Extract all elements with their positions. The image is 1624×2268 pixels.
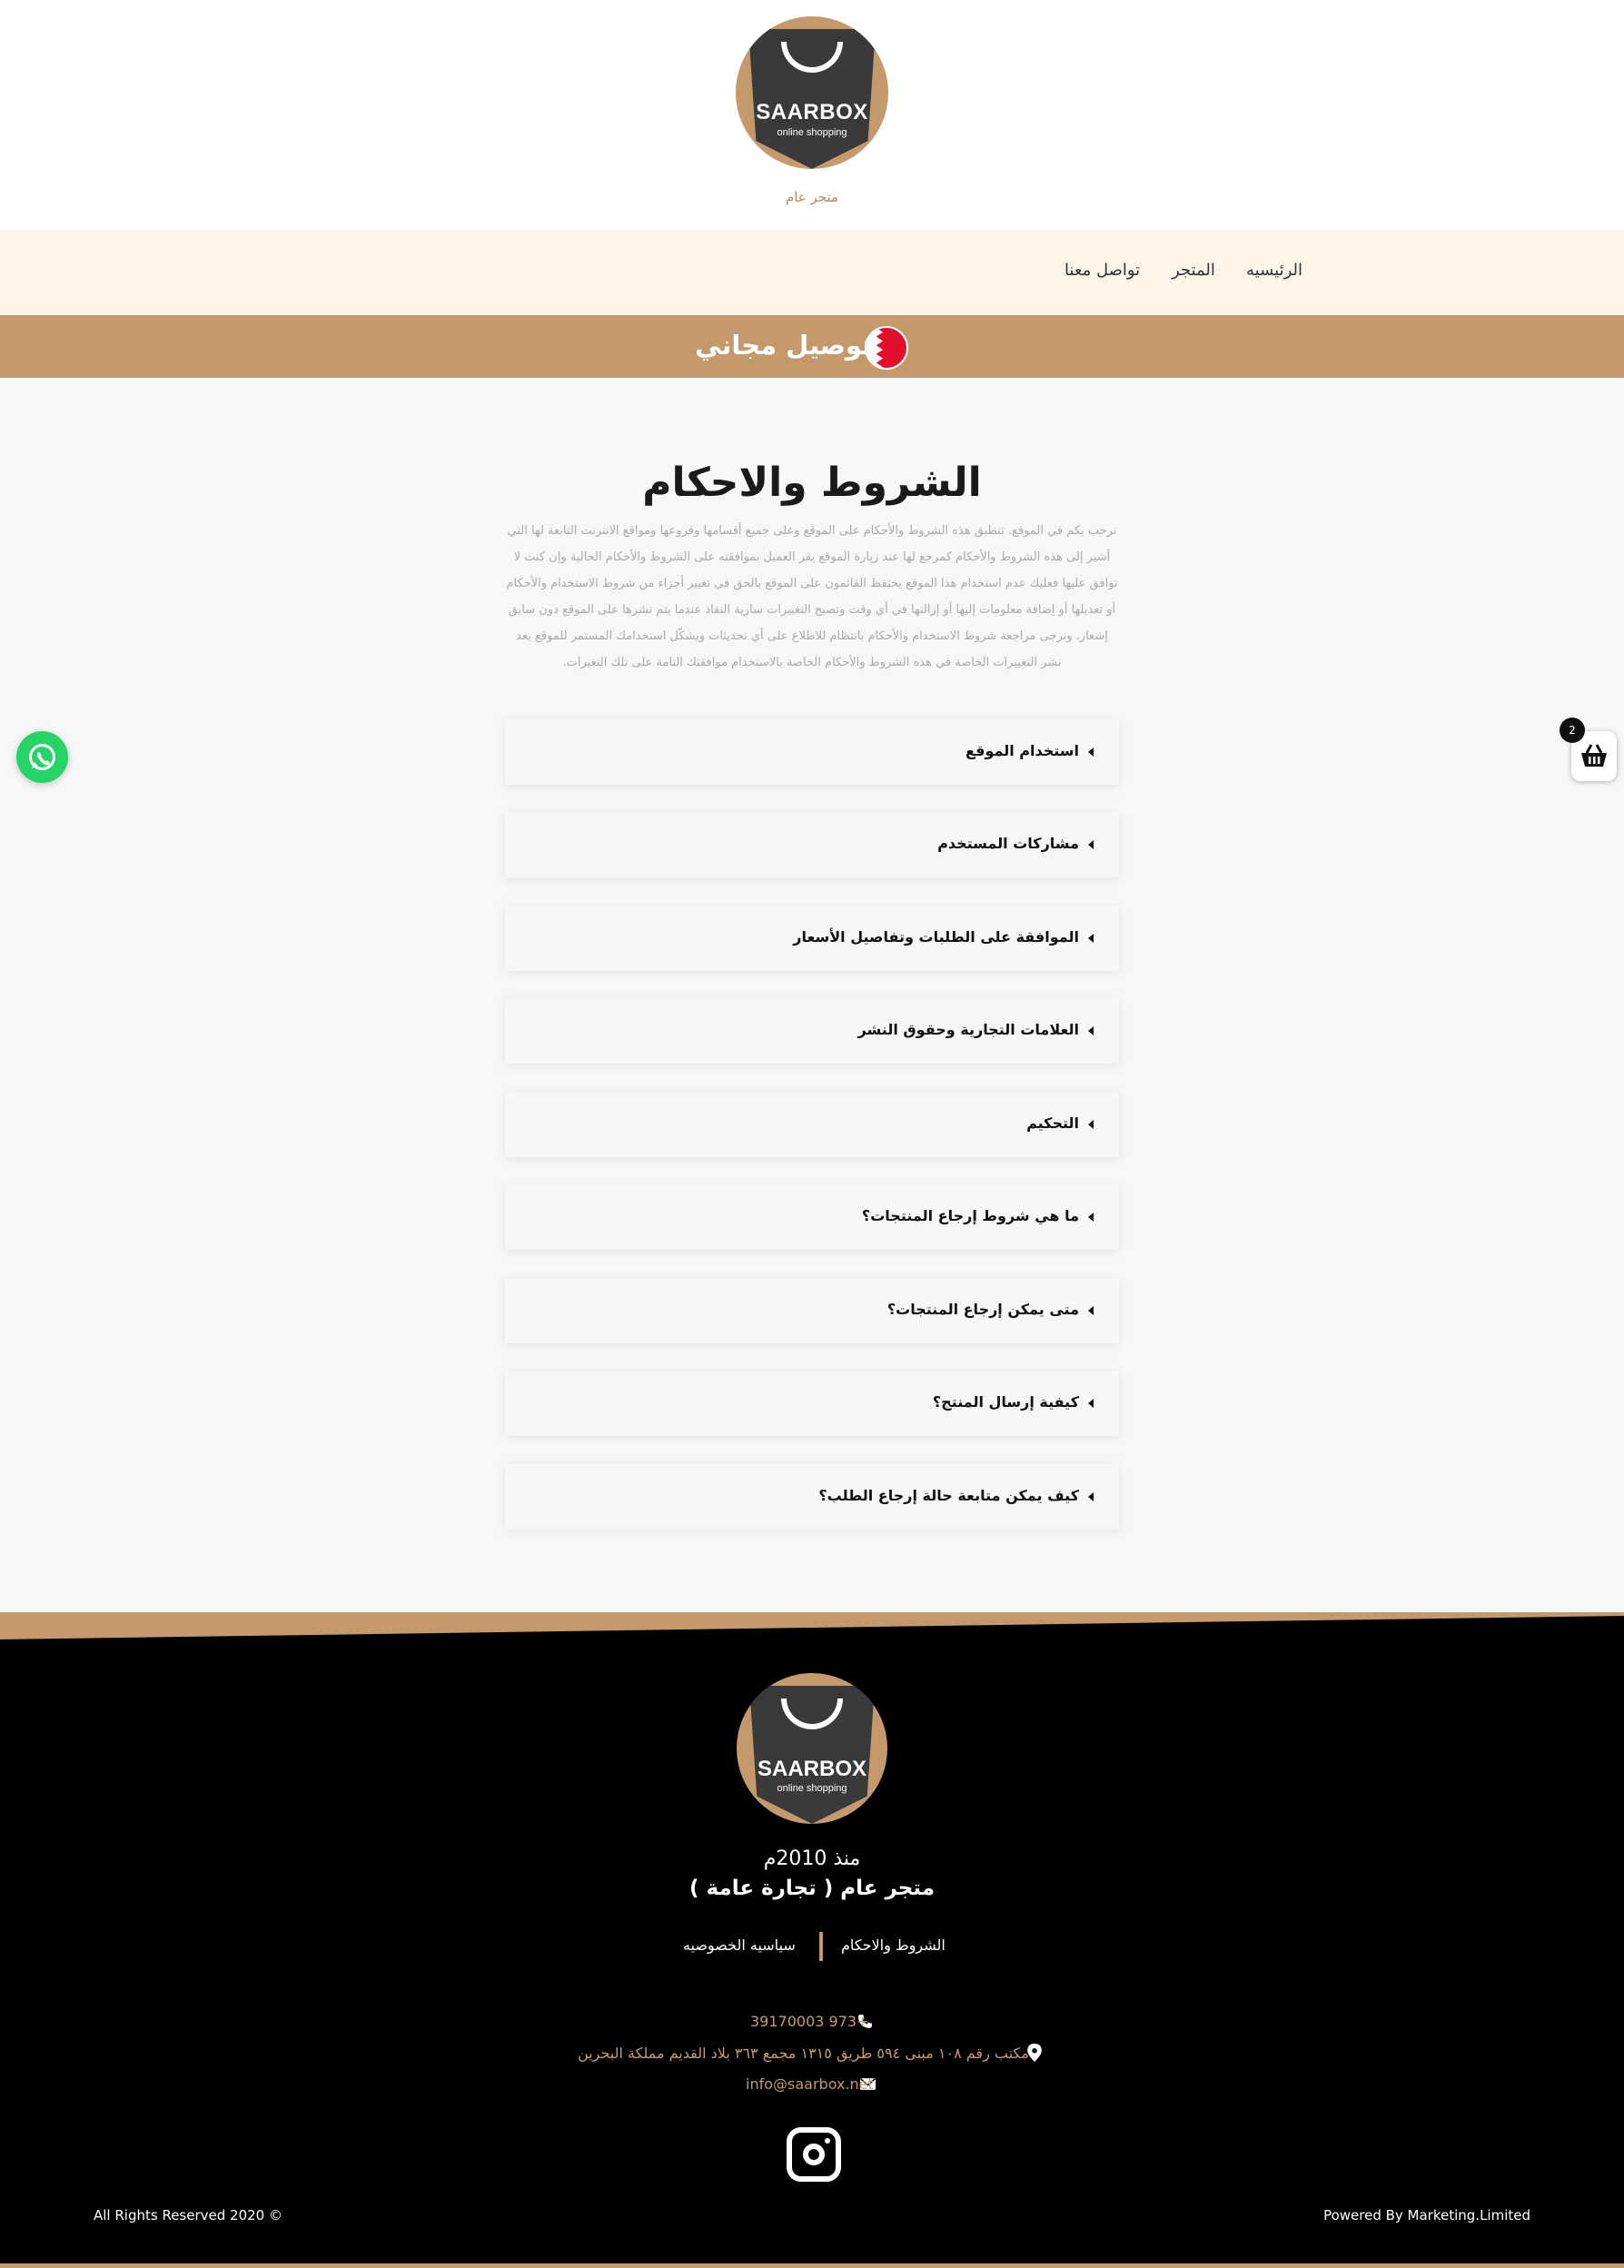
location-pin-icon [1027,2044,1042,2062]
caret-left-icon [1088,1492,1094,1501]
nav-item-store[interactable]: المتجر [1172,261,1215,280]
caret-left-icon [1088,1213,1094,1222]
main-nav: الرئيسيه المتجر تواصل معنا [0,230,1624,315]
page-title: الشروط والاحكام [642,460,982,506]
accordion-item-track-return[interactable]: كيف يمكن متابعة حالة إرجاع الطلب؟ [505,1464,1119,1530]
accordion-label: العلامات التجارية وحقوق النشر [857,1021,1079,1038]
accordion-item-return-conditions[interactable]: ما هي شروط إرجاع المنتجات؟ [505,1184,1119,1250]
accordion-label: ما هي شروط إرجاع المنتجات؟ [861,1207,1079,1224]
nav-item-home[interactable]: الرئيسيه [1246,261,1302,280]
whatsapp-button[interactable] [16,731,68,783]
footer-email[interactable]: info@saarbox.net [746,2075,874,2093]
logo-subtitle: online shopping [777,127,847,138]
footer-phone[interactable]: +973 39170003 [750,2013,868,2030]
accordion-item-ship-product[interactable]: كيفية إرسال المنتج؟ [505,1371,1119,1436]
accordion-item-arbitration[interactable]: التحكيم [505,1092,1119,1157]
footer-link-terms[interactable]: الشروط والاحكام [841,1936,946,1954]
cart-count-badge: 2 [1560,718,1585,743]
saarbox-logo[interactable]: SAARBOX online shopping [736,16,888,169]
accordion-label: مشاركات المستخدم [937,835,1079,852]
free-shipping-banner: توصيل مجاني [0,315,1624,378]
footer-logo-subtitle: online shopping [777,1783,847,1794]
caret-left-icon [1088,840,1094,849]
accordion-label: الموافقة على الطلبات وتفاصيل الأسعار [793,928,1079,946]
accordion-item-return-when[interactable]: متى يمكن إرجاع المنتجات؟ [505,1278,1119,1343]
footer-bottom-line [0,2263,1624,2268]
logo-brand: SAARBOX [756,100,868,124]
nav-item-contact[interactable]: تواصل معنا [1065,261,1140,280]
accordion-item-user-contributions[interactable]: مشاركات المستخدم [505,812,1119,877]
caret-left-icon [1088,748,1094,757]
whatsapp-icon [29,744,55,770]
footer-powered-by[interactable]: Powered By Marketing.Limited [1317,2207,1530,2223]
site-tagline: متجر عام [785,189,839,205]
accordion-label: التحكيم [1026,1114,1079,1132]
page-intro: نرحب بكم في الموقع. تنطبق هذه الشروط وال… [506,524,1118,669]
caret-left-icon [1088,934,1094,943]
footer-logo[interactable]: SAARBOX online shopping [737,1673,887,1824]
accordion-item-site-usage[interactable]: استخدام الموقع [505,719,1119,785]
footer-copyright: All Rights Reserved 2020 © [94,2207,282,2223]
accordion-item-trademarks[interactable]: العلامات التجارية وحقوق النشر [505,998,1119,1064]
caret-left-icon [1088,1120,1094,1129]
footer-accent-stripe [0,1612,1624,1639]
footer-since: منذ 2010م [763,1847,861,1870]
free-shipping-text: توصيل مجاني [695,330,872,361]
bahrain-flag-icon [865,326,908,370]
caret-left-icon [1088,1306,1094,1315]
caret-left-icon [1088,1399,1094,1408]
caret-left-icon [1088,1026,1094,1035]
footer-link-privacy[interactable]: سياسيه الخصوصيه [683,1936,796,1954]
footer-address: مكتب رقم ١٠٨ مبنى ٥٩٤ طريق ١٣١٥ مجمع ٣٦٣… [578,2045,1029,2062]
accordion-label: كيفية إرسال المنتج؟ [932,1393,1079,1411]
footer-logo-brand: SAARBOX [757,1757,866,1781]
footer-store-name: متجر عام ( تجارة عامة ) [689,1877,935,1900]
accordion-item-orders-pricing[interactable]: الموافقة على الطلبات وتفاصيل الأسعار [505,906,1119,971]
accordion-label: كيف يمكن متابعة حالة إرجاع الطلب؟ [818,1487,1079,1504]
accordion-label: متى يمكن إرجاع المنتجات؟ [886,1301,1079,1318]
accordion-label: استخدام الموقع [965,742,1079,759]
footer-link-separator [819,1932,823,1961]
instagram-icon[interactable] [787,2127,841,2182]
site-header: SAARBOX online shopping متجر عام [0,0,1624,230]
